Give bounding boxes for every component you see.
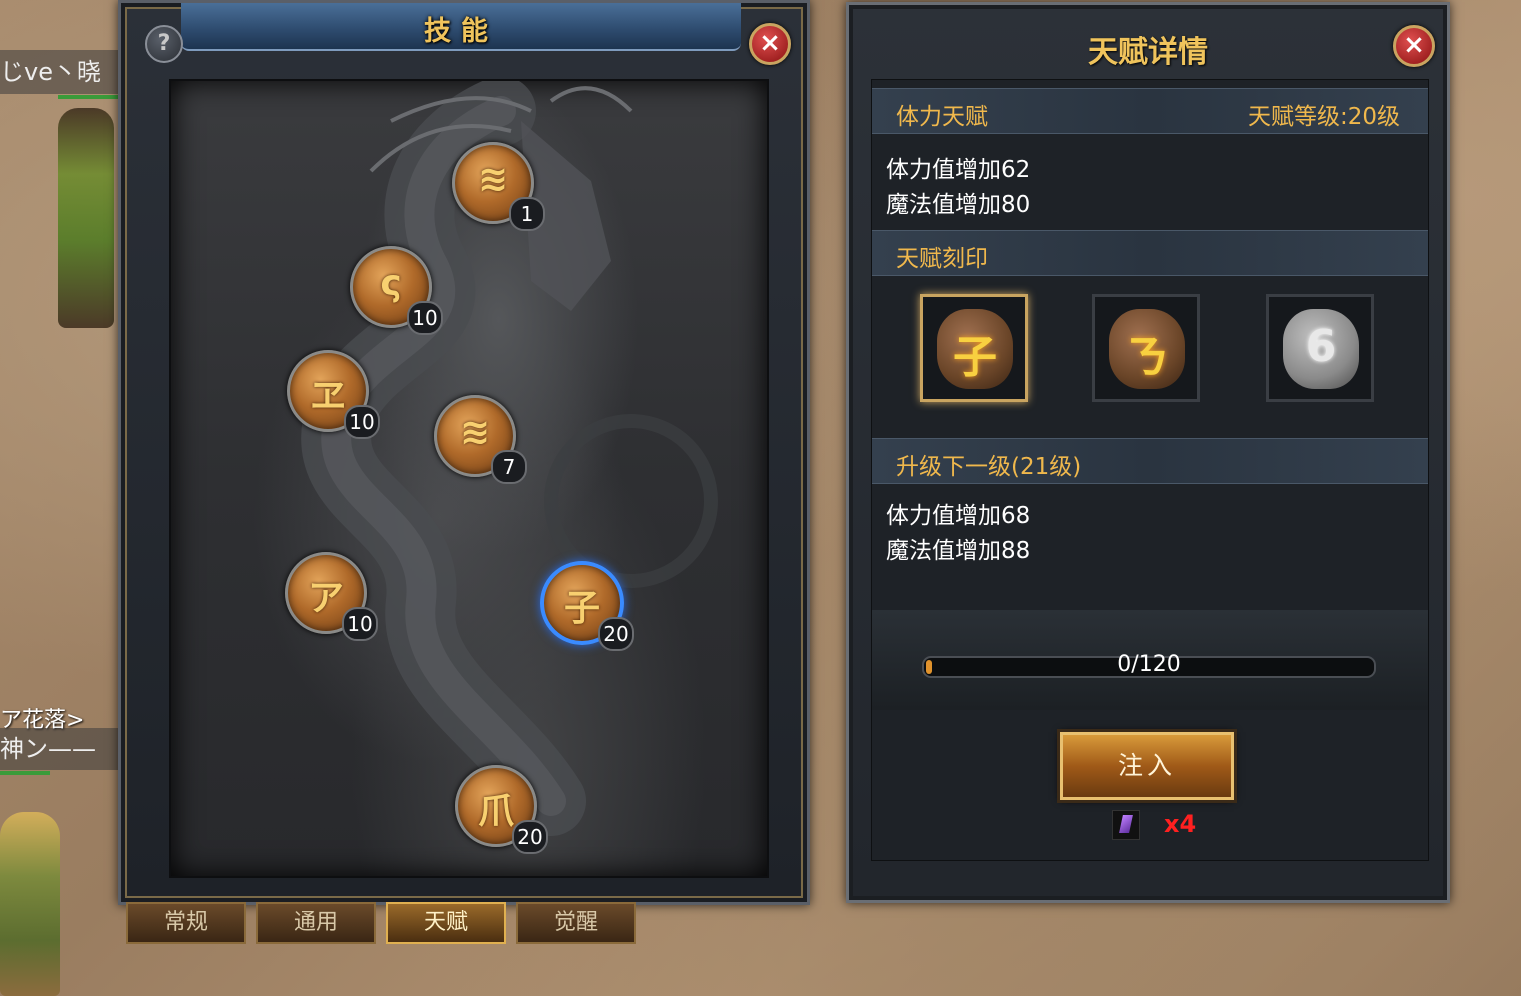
talent-node-4[interactable]: ≋ 7 [434, 395, 527, 484]
tab-general[interactable]: 常规 [126, 902, 246, 944]
progress-text: 0/120 [1117, 652, 1181, 677]
talent-info-header: 体力天赋 天赋等级:20级 [872, 88, 1428, 134]
tab-talent[interactable]: 天赋 [386, 902, 506, 944]
talent-node-5-level: 10 [342, 607, 378, 641]
talent-node-3[interactable]: ヱ 10 [287, 350, 380, 439]
player-name-2: 神ン—— [0, 735, 96, 763]
talent-node-1-level: 1 [509, 197, 545, 231]
talent-node-6-level: 20 [598, 617, 634, 651]
help-button[interactable]: ? [145, 25, 183, 63]
seal-slot-2-glyph: ㄋ [1125, 332, 1169, 383]
talent-node-4-level: 7 [491, 450, 527, 484]
progress-area: 0/120 [872, 610, 1428, 710]
player-nameplate-1: じve丶晓 [0, 50, 118, 94]
next-level-header: 升级下一级(21级) [872, 438, 1428, 484]
talent-level: 天赋等级:20级 [1247, 104, 1400, 130]
current-stat-2: 魔法值增加80 [886, 192, 1031, 218]
rune-stone-icon: 6 [1283, 309, 1359, 389]
current-stat-1: 体力值增加62 [886, 157, 1031, 183]
tab-awaken[interactable]: 觉醒 [516, 902, 636, 944]
crystal-icon [1112, 810, 1140, 840]
talent-node-1[interactable]: ≋ 1 [452, 142, 545, 231]
talent-node-3-level: 10 [344, 405, 380, 439]
player-name-1: じve丶晓 [0, 58, 101, 86]
inject-button[interactable]: 注入 [1060, 732, 1234, 800]
next-stat-2: 魔法值增加88 [886, 538, 1031, 564]
seal-heading: 天赋刻印 [896, 246, 988, 272]
talent-detail-panel: 天赋详情 × 体力天赋 天赋等级:20级 体力值增加62 魔法值增加80 天赋刻… [846, 2, 1450, 903]
seal-header: 天赋刻印 [872, 230, 1428, 276]
talent-node-6-selected[interactable]: 子 20 [540, 561, 634, 651]
talent-node-2[interactable]: ς 10 [350, 246, 443, 335]
talent-node-5[interactable]: ア 10 [285, 552, 378, 641]
rune-stone-icon: ㄋ [1109, 309, 1185, 389]
player-nameplate-2: 神ン—— [0, 728, 118, 770]
talent-node-7-level: 20 [512, 820, 548, 854]
skill-title: 技能 [424, 16, 498, 47]
detail-close-button[interactable]: × [1393, 25, 1435, 67]
talent-node-4-glyph: ≋ [459, 412, 491, 453]
seal-slot-1[interactable]: 子 [920, 294, 1028, 402]
next-heading: 升级下一级(21级) [896, 454, 1082, 480]
rune-stone-icon: 子 [937, 309, 1013, 389]
talent-name: 体力天赋 [896, 104, 988, 130]
cost-count: x4 [1164, 810, 1197, 838]
seal-slot-3[interactable]: 6 [1266, 294, 1374, 402]
seal-slot-1-glyph: 子 [953, 332, 997, 383]
skill-close-button[interactable]: × [749, 23, 791, 65]
player-hp-bar-1 [58, 95, 118, 99]
talent-node-7[interactable]: 爪 20 [455, 765, 548, 854]
detail-title: 天赋详情 [1088, 35, 1208, 70]
detail-content: 体力天赋 天赋等级:20级 体力值增加62 魔法值增加80 天赋刻印 子 ㄋ 6… [871, 79, 1429, 861]
player-hp-bar-2 [0, 771, 50, 775]
player-character-1[interactable] [58, 108, 114, 328]
talent-node-1-glyph: ≋ [477, 159, 509, 200]
skill-header: 技能 [181, 3, 741, 51]
talent-node-2-glyph: ς [380, 263, 402, 304]
talent-node-2-level: 10 [407, 301, 443, 335]
seal-slot-3-glyph: 6 [1305, 321, 1337, 372]
tab-common[interactable]: 通用 [256, 902, 376, 944]
progress-bar: 0/120 [922, 652, 1376, 678]
seal-slot-2[interactable]: ㄋ [1092, 294, 1200, 402]
next-stat-1: 体力值增加68 [886, 503, 1031, 529]
player-character-2[interactable] [0, 812, 60, 996]
